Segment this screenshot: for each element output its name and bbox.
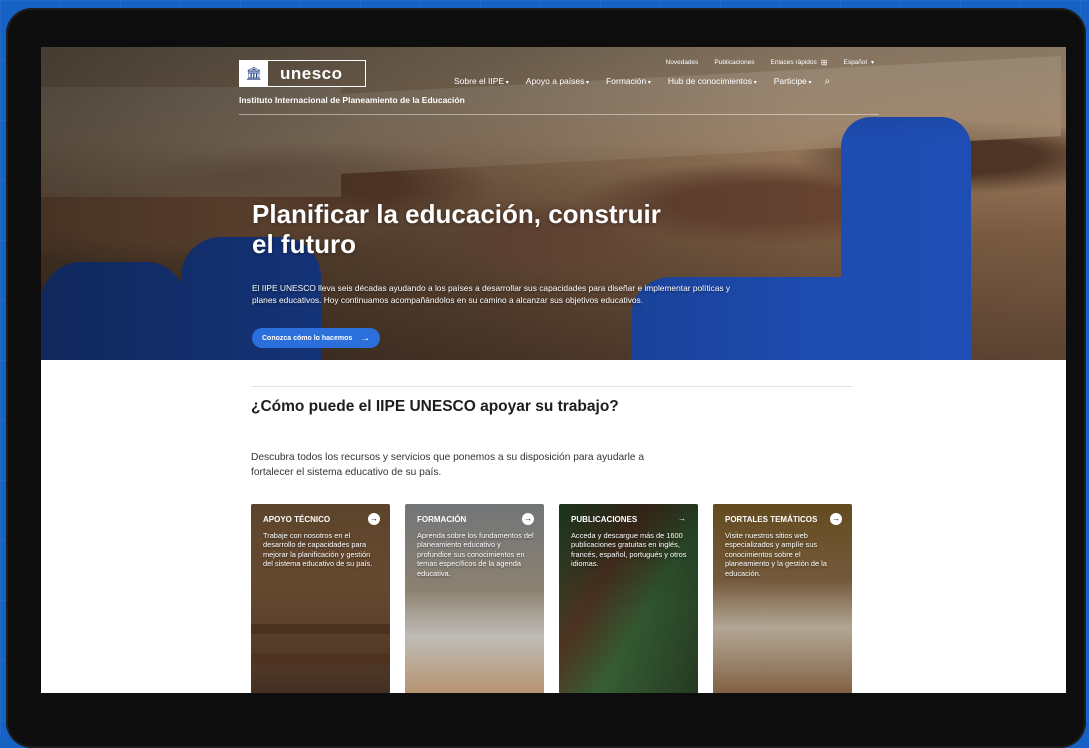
card-publications[interactable]: PUBLICACIONES → Acceda y descargue más d… <box>559 504 698 693</box>
language-label: Español <box>843 59 867 66</box>
chevron-down-icon: ▾ <box>870 60 874 66</box>
utility-nav: Novedades Publicaciones Enlaces rápidos … <box>666 58 874 67</box>
news-link[interactable]: Novedades <box>666 58 699 67</box>
card-technical-support[interactable]: APOYO TÉCNICO → Trabaje con nosotros en … <box>251 504 390 693</box>
card-grid: APOYO TÉCNICO → Trabaje con nosotros en … <box>251 504 852 693</box>
hero-cta-button[interactable]: Conozca cómo lo hacemos → <box>252 328 381 348</box>
card-title: PUBLICACIONES <box>571 515 638 524</box>
nav-item-training[interactable]: Formación <box>606 76 651 87</box>
section-lead: Descubra todos los recursos y servicios … <box>251 452 644 478</box>
quick-links-menu[interactable]: Enlaces rápidos ⊞ <box>771 58 828 67</box>
arrow-right-icon: → <box>830 513 842 525</box>
main-nav: Sobre el IIPE Apoyo a países Formación H… <box>454 76 830 87</box>
temple-icon: 🏛 <box>240 61 268 86</box>
card-text: Aprenda sobre los fundamentos del planea… <box>417 531 534 578</box>
card-title: FORMACIÓN <box>417 515 467 524</box>
quick-links-label: Enlaces rápidos <box>770 59 817 66</box>
nav-item-country-support[interactable]: Apoyo a países <box>526 76 589 87</box>
hero-cta-label: Conozca cómo lo hacemos <box>262 334 353 342</box>
section-divider <box>251 386 853 387</box>
arrow-right-icon: → <box>368 513 380 525</box>
arrow-right-icon: → <box>522 513 534 525</box>
card-text: Visite nuestros sitios web especializado… <box>725 531 827 578</box>
card-title: PORTALES TEMÁTICOS <box>725 515 818 524</box>
card-thematic-portals[interactable]: PORTALES TEMÁTICOS → Visite nuestros sit… <box>713 504 852 693</box>
arrow-right-icon: → <box>678 514 686 523</box>
card-text: Trabaje con nosotros en el desarrollo de… <box>263 531 373 569</box>
nav-item-participate[interactable]: Participe <box>774 76 812 87</box>
card-title: APOYO TÉCNICO <box>263 515 331 524</box>
card-text: Acceda y descargue más de 1600 publicaci… <box>571 531 687 569</box>
arrow-right-icon: → <box>360 332 371 344</box>
publications-link[interactable]: Publicaciones <box>714 58 754 67</box>
hero-description: El IIPE UNESCO lleva seis décadas ayudan… <box>252 283 731 305</box>
header-divider <box>239 114 879 115</box>
nav-item-about[interactable]: Sobre el IIPE <box>454 76 509 87</box>
search-icon[interactable]: ⌕ <box>824 76 830 87</box>
section-title: ¿Cómo puede el IIPE UNESCO apoyar su tra… <box>251 398 619 415</box>
card-training[interactable]: FORMACIÓN → Aprenda sobre los fundamento… <box>405 504 544 693</box>
grid-icon: ⊞ <box>820 58 828 67</box>
nav-item-knowledge-hub[interactable]: Hub de conocimientos <box>668 76 757 87</box>
browser-screen: 🏛 unesco Instituto Internacional de Plan… <box>41 47 1066 693</box>
language-selector[interactable]: Español ▾ <box>843 58 874 67</box>
hero-title: Planificar la educación, construir el fu… <box>252 199 661 259</box>
hero-banner: 🏛 unesco Instituto Internacional de Plan… <box>41 47 1066 360</box>
institute-name: Instituto Internacional de Planeamiento … <box>239 95 465 105</box>
logo-text: unesco <box>280 63 343 83</box>
unesco-logo[interactable]: 🏛 unesco <box>239 60 366 87</box>
